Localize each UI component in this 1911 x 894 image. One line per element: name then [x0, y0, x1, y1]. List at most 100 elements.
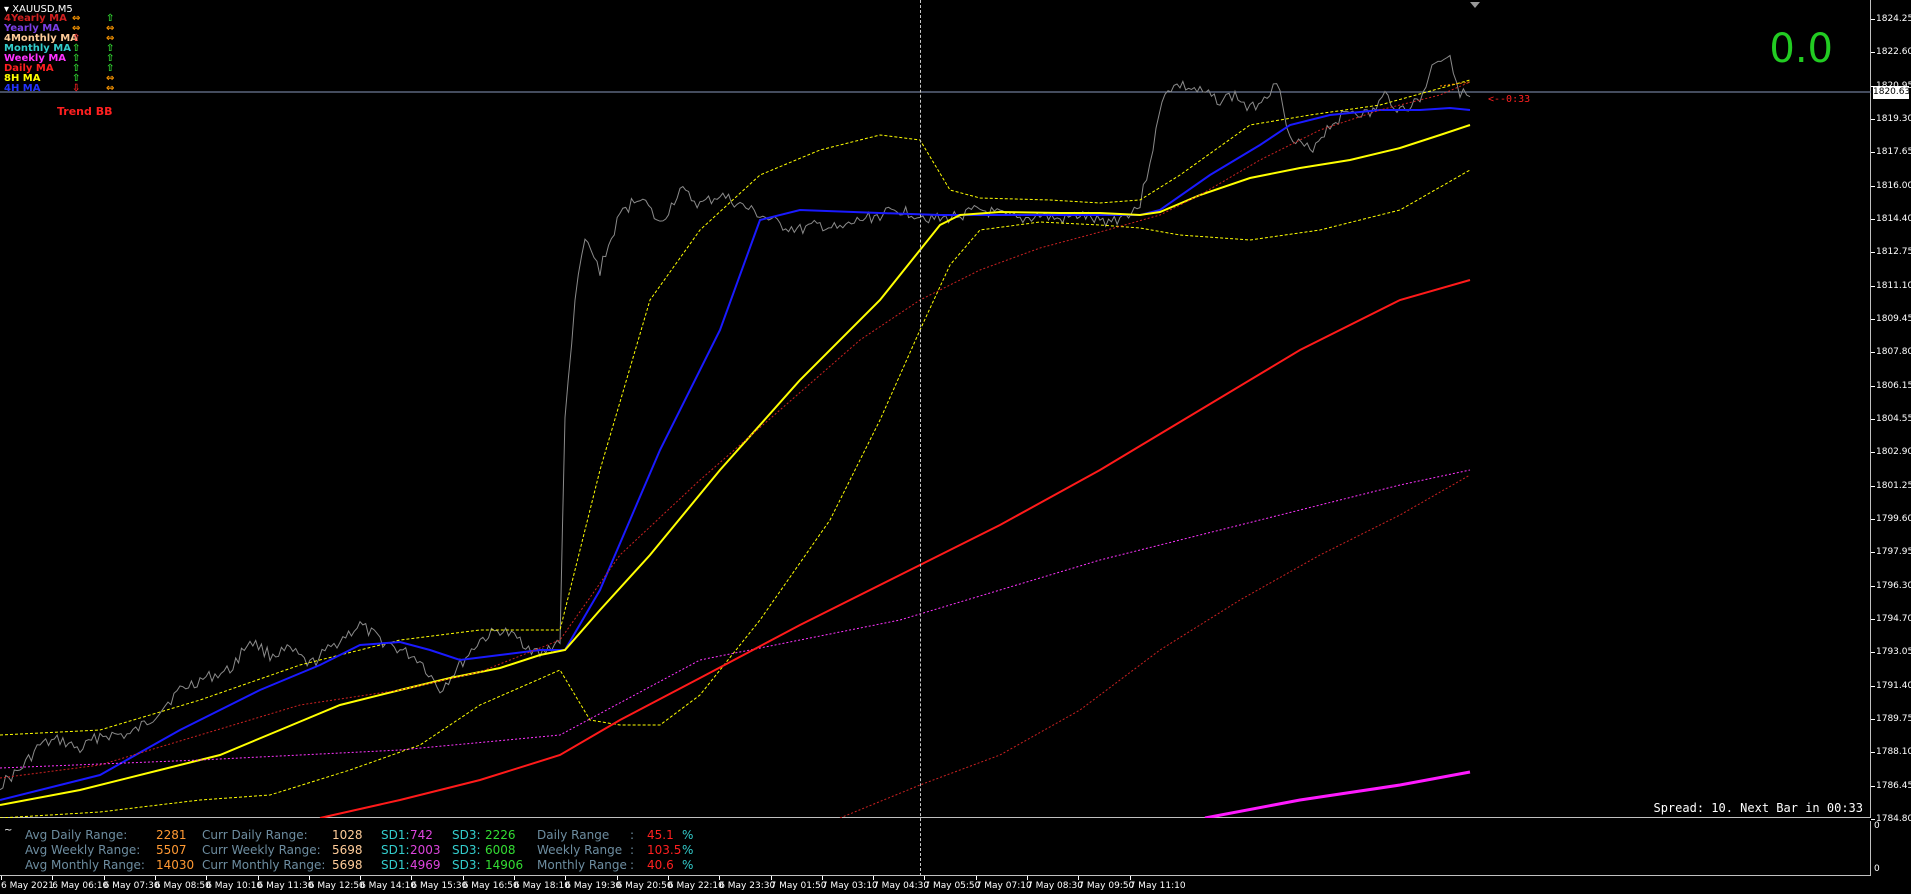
ma-8h-line	[0, 124, 1471, 806]
stat-colon: :	[630, 858, 635, 872]
stat-range-label: Monthly Range	[537, 858, 627, 872]
time-tick-label: 6 May 10:10	[206, 876, 263, 891]
legend-ma-name: 4H MA	[4, 83, 41, 94]
time-tick-label: 6 May 11:30	[257, 876, 314, 891]
spread-info: Spread: 10. Next Bar in 00:33	[1653, 801, 1863, 815]
time-tick-label: 7 May 03:10	[821, 876, 878, 891]
stat-sd1-value: 2003	[410, 843, 441, 857]
time-tick-label: 7 May 04:30	[873, 876, 930, 891]
stat-sd1-value: 742	[410, 828, 433, 842]
price-tick-label: 1791.40	[1871, 681, 1911, 691]
time-tick-label: 6 May 23:30	[719, 876, 776, 891]
stat-value: 14030	[156, 858, 195, 872]
big-value-readout: 0.0	[1769, 26, 1833, 72]
stat-range-label: Daily Range	[537, 828, 610, 842]
price-tick-label: 1794.70	[1871, 614, 1911, 624]
time-tick-label: 6 May 18:10	[514, 876, 570, 891]
price-tick-label: 1824.25	[1871, 14, 1911, 24]
stat-curr-value: 5698	[332, 843, 363, 857]
stat-sd3-value: 2226	[485, 828, 516, 842]
price-tick-label: 1814.40	[1871, 214, 1911, 224]
stat-label: Avg Monthly Range:	[25, 858, 145, 872]
bb-lower-band	[0, 169, 1471, 818]
price-tick-label: 1816.00	[1871, 181, 1911, 191]
time-tick-label: 7 May 09:50	[1078, 876, 1135, 891]
time-tick-label: 7 May 11:10	[1129, 876, 1186, 891]
ma-magenta-dotted	[0, 469, 1471, 769]
stat-pct: 40.6	[647, 858, 674, 872]
time-axis[interactable]: 6 May 2021 6 May 06:10 6 May 07:30 6 May 08…	[0, 876, 1871, 894]
price-tick-label: 1809.45	[1871, 314, 1911, 324]
stat-pct-sign: %	[682, 843, 694, 857]
time-tick-label: 7 May 08:30	[1027, 876, 1083, 891]
time-tick-label: 7 May 07:10	[975, 876, 1032, 891]
stat-colon: :	[630, 843, 635, 857]
current-price-tag: 1820.63	[1873, 86, 1911, 99]
stat-curr-value: 5698	[332, 858, 363, 872]
chart-window[interactable]: ▾ XAUUSD,M5 4Yearly MA ⇔ ⇧ Yearly MA ⇔ ⇔ 4Mont…	[0, 0, 1911, 894]
price-tick-label: 1796.30	[1871, 581, 1911, 591]
ma-weekly-line	[1204, 770, 1471, 818]
price-chart-canvas[interactable]	[0, 0, 1871, 818]
price-countdown-label: <--0:33	[1488, 94, 1531, 105]
stat-pct: 103.5	[647, 843, 682, 857]
price-tick-label: 1788.10	[1871, 747, 1911, 757]
price-tick-label: 1812.75	[1871, 247, 1911, 257]
sub-indicator-label: ~	[4, 825, 13, 836]
price-tick-label: 1822.60	[1871, 47, 1911, 57]
stat-curr-label: Curr Weekly Range:	[202, 843, 321, 857]
stat-colon: :	[630, 828, 635, 842]
price-tick-label: 1802.90	[1871, 447, 1911, 457]
sub-axis-top-label: 0	[1874, 821, 1880, 831]
stat-pct-sign: %	[682, 858, 694, 872]
time-tick-label: 6 May 20:50	[616, 876, 673, 891]
legend-row: 4H MA ⇩ ⇔	[4, 84, 126, 94]
main-chart-panel[interactable]	[0, 0, 1871, 818]
price-tick-label: 1789.75	[1871, 714, 1911, 724]
stat-curr-label: Curr Daily Range:	[202, 828, 308, 842]
price-tick-label: 1799.60	[1871, 514, 1911, 524]
time-tick-label: 6 May 2021	[1, 876, 54, 891]
stat-sd3-value: 6008	[485, 843, 516, 857]
stat-pct-sign: %	[682, 828, 694, 842]
stat-sd1-label: SD1:	[381, 828, 410, 842]
ma-legend: 4Yearly MA ⇔ ⇧ Yearly MA ⇔ ⇔ 4Monthly MA ⇧ ⇔ Mont…	[4, 14, 126, 94]
scroll-marker-icon[interactable]	[1470, 2, 1480, 8]
stat-sd3-label: SD3:	[452, 843, 481, 857]
time-tick-label: 7 May 01:50	[770, 876, 827, 891]
price-axis[interactable]: 1824.251822.601820.951819.301817.651816.…	[1871, 0, 1911, 824]
stat-range-label: Weekly Range	[537, 843, 623, 857]
price-tick-label: 1797.95	[1871, 547, 1911, 557]
time-tick-label: 6 May 22:10	[667, 876, 724, 891]
legend-slope-icon: ⇔	[106, 83, 115, 94]
price-tick-label: 1793.05	[1871, 647, 1911, 657]
ma-daily-line	[319, 279, 1471, 818]
price-tick-label: 1806.15	[1871, 381, 1911, 391]
price-tick-label: 1801.25	[1871, 481, 1911, 491]
time-tick-label: 6 May 19:30	[565, 876, 622, 891]
stat-label: Avg Daily Range:	[25, 828, 128, 842]
stat-sd1-label: SD1:	[381, 858, 410, 872]
time-tick-label: 6 May 06:10	[52, 876, 109, 891]
stat-sd3-label: SD3:	[452, 828, 481, 842]
stat-pct: 45.1	[647, 828, 674, 842]
time-tick-label: 6 May 07:30	[103, 876, 160, 891]
ma-orange-dotted	[1439, 81, 1471, 87]
stat-value: 2281	[156, 828, 187, 842]
price-tick-label: 1804.55	[1871, 414, 1911, 424]
time-tick-label: 6 May 14:10	[360, 876, 417, 891]
price-tick-label: 1786.45	[1871, 781, 1911, 791]
price-series-line	[0, 54, 1471, 791]
legend-trend-icon: ⇩	[72, 83, 81, 94]
stat-label: Avg Weekly Range:	[25, 843, 141, 857]
price-tick-label: 1819.30	[1871, 114, 1911, 124]
time-tick-label: 6 May 08:50	[154, 876, 211, 891]
time-tick-label: 7 May 05:50	[924, 876, 981, 891]
trend-bb-label: Trend BB	[57, 105, 113, 118]
stat-curr-value: 1028	[332, 828, 363, 842]
price-tick-label: 1817.65	[1871, 147, 1911, 157]
time-tick-label: 6 May 15:30	[411, 876, 468, 891]
price-tick-label: 1811.10	[1871, 281, 1911, 291]
stat-sd3-label: SD3:	[452, 858, 481, 872]
price-tick-label: 1807.80	[1871, 347, 1911, 357]
